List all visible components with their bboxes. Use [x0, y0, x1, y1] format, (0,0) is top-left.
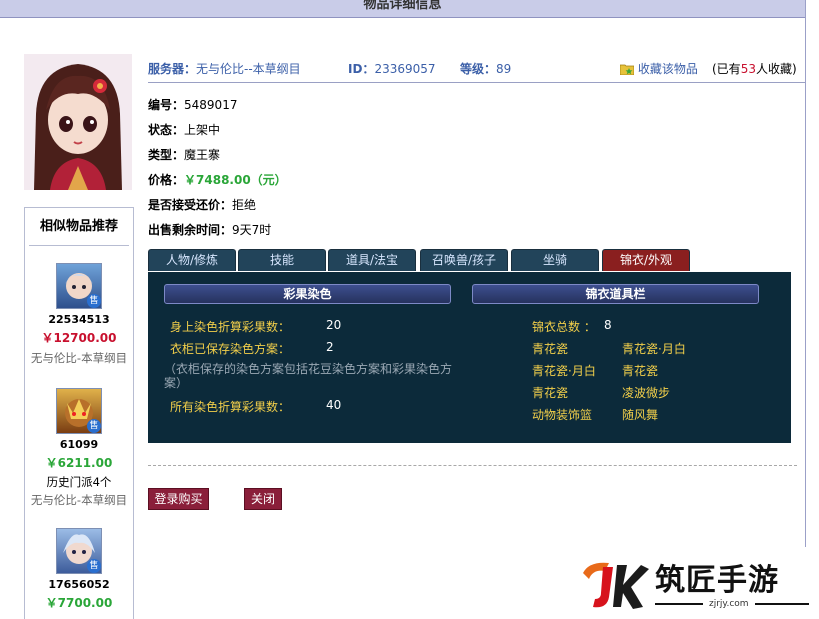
- similar-item-extra: 历史门派4个: [46, 475, 112, 489]
- item-thumbnail-icon[interactable]: 售: [56, 388, 102, 434]
- dye-row-label: 衣柜已保存染色方案：: [170, 342, 291, 356]
- item-thumbnail-icon[interactable]: 售: [56, 263, 102, 309]
- detail-remaining-time: 出售剩余时间：9天7时: [148, 221, 271, 238]
- wardrobe-item: 青花瓷: [622, 364, 659, 378]
- wardrobe-item: 动物装饰篮: [532, 408, 593, 422]
- level-info: 等级：89: [460, 60, 511, 77]
- detail-status: 状态：上架中: [148, 121, 220, 138]
- outfit-panel: 彩果染色 锦衣道具栏 身上染色折算彩果数： 20 衣柜已保存染色方案： 2 （衣…: [148, 272, 791, 443]
- dye-row-label: 身上染色折算彩果数：: [170, 320, 291, 334]
- type-label: 类型：: [148, 148, 185, 162]
- wardrobe-item: 青花瓷: [532, 386, 569, 400]
- similar-items-title: 相似物品推荐: [29, 208, 129, 246]
- folder-star-icon: [619, 64, 635, 76]
- right-border: [805, 0, 806, 618]
- favorite-count-prefix: (已有: [712, 62, 741, 76]
- dye-row-value: 20: [326, 318, 342, 332]
- wardrobe-total-value: 8: [604, 318, 612, 332]
- watermark-brand: 筑匠手游: [655, 563, 779, 598]
- level-label: 等级：: [460, 62, 497, 76]
- wardrobe-item: 凌波微步: [622, 386, 671, 400]
- id-label: ID：: [348, 62, 375, 76]
- section-divider: [148, 465, 797, 466]
- watermark-url: zjrjy.com: [709, 599, 749, 609]
- remaining-label: 出售剩余时间：: [148, 223, 233, 237]
- tab-outfits[interactable]: 锦衣/外观: [602, 249, 690, 271]
- favorite-count-number: 53: [740, 62, 756, 76]
- wardrobe-item: 青花瓷: [532, 342, 569, 356]
- item-header-row: 服务器：无与伦比--本草纲目 ID：23369057 等级：89 收藏该物品 (…: [148, 56, 805, 83]
- sell-badge: 售: [87, 559, 101, 573]
- dye-row-value: 2: [326, 340, 334, 354]
- tab-skills[interactable]: 技能: [238, 249, 326, 271]
- favorite-count: (已有53人收藏): [712, 60, 797, 77]
- detail-price: 价格：￥7488.00（元）: [148, 171, 287, 188]
- tab-summons[interactable]: 召唤兽/孩子: [420, 249, 508, 271]
- dye-total-label: 所有染色折算彩果数：: [170, 400, 291, 414]
- dye-section-title: 彩果染色: [164, 284, 451, 304]
- sell-badge: 售: [87, 294, 101, 308]
- similar-item[interactable]: 售 17656052 ￥7700.00: [25, 528, 133, 611]
- similar-item-server: 无与伦比-本草纲目: [30, 351, 128, 365]
- login-buy-button[interactable]: 登录购买: [148, 488, 209, 510]
- page-title: 物品详细信息: [363, 0, 442, 12]
- server-info: 服务器：无与伦比--本草纲目: [148, 60, 301, 77]
- id-value: 23369057: [374, 62, 436, 76]
- status-value: 上架中: [184, 123, 221, 137]
- remaining-value: 9天7时: [232, 223, 272, 237]
- type-value: 魔王寨: [184, 148, 221, 162]
- wardrobe-item: 青花瓷·月白: [622, 342, 686, 356]
- level-value: 89: [496, 62, 512, 76]
- similar-item-server: 无与伦比-本草纲目: [30, 493, 128, 507]
- similar-item-price: ￥6211.00: [45, 456, 113, 470]
- status-label: 状态：: [148, 123, 185, 137]
- similar-item-price: ￥12700.00: [41, 331, 117, 345]
- wardrobe-item: 随风舞: [622, 408, 659, 422]
- watermark-rule: [655, 603, 703, 605]
- number-label: 编号：: [148, 98, 185, 112]
- dye-total-value: 40: [326, 398, 342, 412]
- counter-value: 拒绝: [232, 198, 257, 212]
- similar-item-price: ￥7700.00: [45, 596, 113, 610]
- similar-item-id: 22534513: [48, 313, 110, 326]
- detail-counter-offer: 是否接受还价：拒绝: [148, 196, 256, 213]
- watermark-rule: [755, 603, 809, 605]
- page-title-bar: 物品详细信息: [0, 0, 806, 18]
- item-thumbnail-icon[interactable]: 售: [56, 528, 102, 574]
- sell-badge: 售: [87, 419, 101, 433]
- similar-item-id: 17656052: [48, 578, 110, 591]
- number-value: 5489017: [184, 98, 238, 112]
- wardrobe-total-label: 锦衣总数 ：: [532, 320, 596, 334]
- tab-character[interactable]: 人物/修炼: [148, 249, 236, 271]
- tab-mounts[interactable]: 坐骑: [511, 249, 599, 271]
- price-label: 价格：: [148, 173, 185, 187]
- similar-item[interactable]: 售 61099 ￥6211.00 历史门派4个 无与伦比-本草纲目: [25, 388, 133, 508]
- similar-items-panel: 相似物品推荐 售 22534513 ￥12700.00 无与伦比-本草纲目 售 …: [24, 207, 134, 619]
- similar-item-id: 61099: [59, 438, 99, 451]
- similar-item[interactable]: 售 22534513 ￥12700.00 无与伦比-本草纲目: [25, 263, 133, 366]
- counter-label: 是否接受还价：: [148, 198, 233, 212]
- detail-type: 类型：魔王寨: [148, 146, 220, 163]
- server-label: 服务器：: [148, 62, 197, 76]
- favorite-link[interactable]: 收藏该物品: [619, 60, 698, 77]
- jk-logo-icon: [583, 562, 649, 609]
- favorite-count-suffix: 人收藏): [755, 62, 797, 76]
- tab-items[interactable]: 道具/法宝: [328, 249, 416, 271]
- favorite-label[interactable]: 收藏该物品: [638, 62, 698, 76]
- id-info: ID：23369057: [348, 60, 436, 77]
- server-value: 无与伦比--本草纲目: [196, 62, 301, 76]
- close-button[interactable]: 关闭: [244, 488, 282, 510]
- wardrobe-section-title: 锦衣道具栏: [472, 284, 759, 304]
- dye-note: （衣柜保存的染色方案包括花豆染色方案和彩果染色方案）: [164, 362, 453, 390]
- character-avatar: [24, 54, 132, 190]
- detail-number: 编号：5489017: [148, 96, 237, 113]
- price-value: ￥7488.00（元）: [184, 173, 287, 187]
- wardrobe-item: 青花瓷·月白: [532, 364, 596, 378]
- site-watermark: 筑匠手游 zjrjy.com: [569, 547, 819, 618]
